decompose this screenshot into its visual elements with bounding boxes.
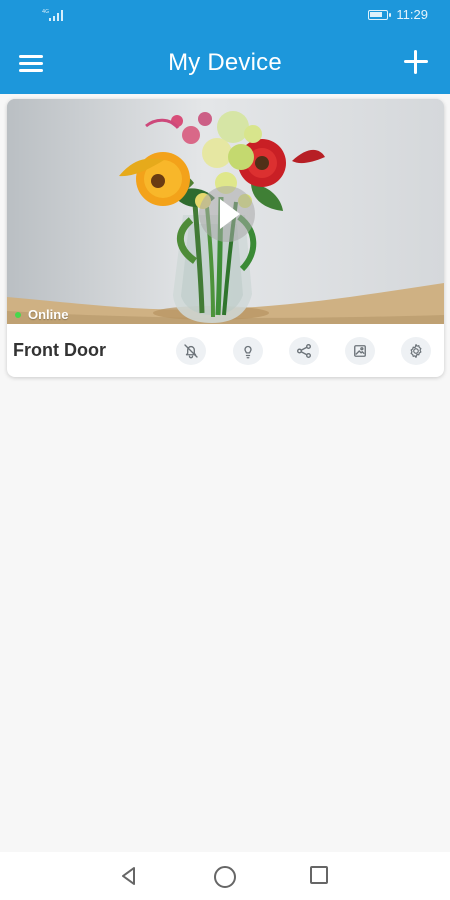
settings-icon[interactable] (401, 337, 431, 365)
android-navigation-bar (0, 852, 450, 900)
status-bar: 4G 11:29 (0, 0, 450, 30)
battery-icon (368, 9, 392, 20)
device-name[interactable]: Front Door (13, 340, 106, 361)
gallery-icon[interactable] (345, 337, 375, 365)
recent-apps-square-icon[interactable] (310, 866, 328, 884)
plus-icon[interactable] (402, 48, 430, 76)
svg-text:4G: 4G (42, 9, 49, 15)
online-status-label: Online (28, 307, 69, 322)
signal-icon: 4G (42, 8, 66, 22)
lightbulb-icon[interactable] (233, 337, 263, 365)
play-icon[interactable] (199, 186, 255, 242)
online-status-dot (15, 311, 21, 318)
status-time: 11:29 (396, 7, 428, 22)
online-status: Online (15, 307, 68, 322)
status-icons: 11:29 (368, 7, 428, 22)
camera-thumbnail-flowers[interactable]: Online (7, 99, 444, 324)
home-circle-icon[interactable] (214, 866, 236, 888)
device-card[interactable]: Online Front Door (7, 99, 444, 377)
share-icon[interactable] (289, 337, 319, 365)
page-title: My Device (168, 49, 282, 76)
back-triangle-icon[interactable] (118, 865, 140, 887)
notifications-off-icon[interactable] (176, 337, 206, 365)
app-header: My Device (0, 30, 450, 94)
